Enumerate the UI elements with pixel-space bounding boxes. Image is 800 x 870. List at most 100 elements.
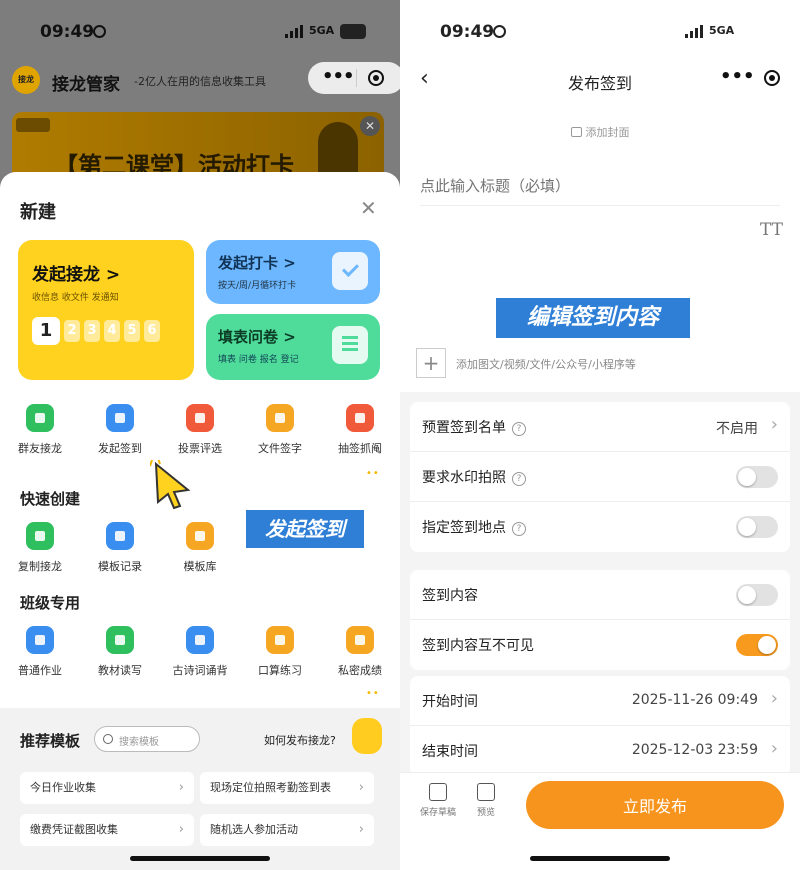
- app-name: 接龙管家: [52, 75, 120, 95]
- close-miniprogram-icon[interactable]: [368, 70, 384, 86]
- quick-template-record[interactable]: 模板记录: [80, 522, 160, 574]
- recommended-templates: 推荐模板 搜索模板 如何发布接龙? 今日作业收集 › 现场定位拍照考勤签到表 › 缴…: [0, 708, 400, 870]
- card-subtitle: 按天/周/月循环打卡: [218, 281, 297, 291]
- row-label: 开始时间: [422, 694, 478, 710]
- settings-group: 预置签到名单? 不启用 › 要求水印拍照? 指定签到地点?: [410, 402, 790, 552]
- feature-group-solitaire[interactable]: 群友接龙: [0, 404, 80, 456]
- feature-label: 群友接龙: [18, 442, 62, 455]
- chevron-right-icon: ›: [770, 414, 778, 435]
- grid-icon: [186, 522, 214, 550]
- start-solitaire-card[interactable]: 发起接龙 > 收信息 收文件 发通知 1 2 3 4 5 6: [18, 240, 194, 380]
- quick-template-library[interactable]: 模板库: [160, 522, 240, 574]
- row-label: 签到内容: [422, 588, 478, 604]
- open-book-icon: [186, 626, 214, 654]
- more-icon[interactable]: •••: [322, 66, 355, 87]
- class-textbook[interactable]: 教材读写: [80, 626, 160, 678]
- template-item[interactable]: 随机选人参加活动 ›: [200, 814, 374, 846]
- row-value: 不启用: [716, 421, 758, 437]
- publish-button[interactable]: 立即发布: [526, 781, 784, 829]
- help-icon[interactable]: ?: [512, 472, 526, 486]
- feature-file-sign[interactable]: 文件签字: [240, 404, 320, 456]
- start-checkin-card[interactable]: 发起打卡 > 按天/周/月循环打卡: [206, 240, 380, 304]
- step-number: 4: [104, 320, 120, 342]
- class-homework[interactable]: 普通作业: [0, 626, 80, 678]
- title-input[interactable]: [420, 166, 780, 206]
- save-draft-button[interactable]: 保存草稿: [418, 783, 458, 818]
- step-number: 2: [64, 320, 80, 342]
- status-bar: 09:49 5GA 100: [0, 0, 400, 60]
- banner-close-icon[interactable]: ✕: [360, 116, 380, 136]
- end-time-row[interactable]: 结束时间 2025-12-03 23:59 ›: [410, 726, 790, 776]
- signal-icon: [285, 25, 303, 38]
- bar-chart-icon: [186, 404, 214, 432]
- content-private-toggle[interactable]: [736, 634, 778, 656]
- class-private-grades[interactable]: 私密成绩: [320, 626, 400, 678]
- feature-label: 模板记录: [98, 560, 142, 573]
- template-label: 今日作业收集: [30, 781, 96, 794]
- template-item[interactable]: 今日作业收集 ›: [20, 772, 194, 804]
- search-placeholder: 搜索模板: [119, 737, 159, 748]
- chevron-right-icon: ›: [770, 688, 778, 709]
- annotation-edit-content: 编辑签到内容: [496, 298, 690, 338]
- row-value: 2025-11-26 09:49: [631, 692, 758, 708]
- location-toggle[interactable]: [736, 516, 778, 538]
- copy-icon: [26, 522, 54, 550]
- quick-copy-solitaire[interactable]: 复制接龙: [0, 522, 80, 574]
- card-subtitle: 收信息 收文件 发通知: [32, 293, 119, 303]
- feature-label: 文件签字: [258, 442, 302, 455]
- text-format-icon[interactable]: TT: [760, 220, 783, 240]
- banner-tag: [16, 118, 50, 132]
- feature-label: 普通作业: [18, 664, 62, 677]
- face-icon: [93, 25, 106, 38]
- pencil-icon: [26, 626, 54, 654]
- signin-content-toggle[interactable]: [736, 584, 778, 606]
- chevron-right-icon: ›: [358, 822, 364, 837]
- help-link[interactable]: 如何发布接龙?: [264, 732, 336, 748]
- survey-card[interactable]: 填表问卷 > 填表 问卷 报名 登记: [206, 314, 380, 380]
- row-label: 指定签到地点?: [422, 517, 526, 537]
- template-label: 缴费凭证截图收集: [30, 823, 118, 836]
- feature-vote[interactable]: 投票评选: [160, 404, 240, 456]
- row-label: 签到内容互不可见: [422, 638, 534, 654]
- more-icon[interactable]: •••: [720, 66, 755, 87]
- chat-icon: [26, 404, 54, 432]
- step-number: 3: [84, 320, 100, 342]
- class-arithmetic[interactable]: 口算练习: [240, 626, 320, 678]
- row-label: 预置签到名单?: [422, 417, 526, 437]
- capsule-divider: [356, 69, 357, 87]
- help-icon[interactable]: ?: [512, 422, 526, 436]
- row-label: 结束时间: [422, 744, 478, 760]
- template-item[interactable]: 现场定位拍照考勤签到表 ›: [200, 772, 374, 804]
- preview-button[interactable]: 预览: [466, 783, 506, 818]
- nav-bar: ‹ 发布签到 •••: [400, 60, 800, 102]
- template-search-input[interactable]: 搜索模板: [94, 726, 200, 752]
- sheet-title: 新建: [20, 202, 56, 223]
- chevron-right-icon: ›: [770, 738, 778, 759]
- template-item[interactable]: 缴费凭证截图收集 ›: [20, 814, 194, 846]
- chevron-right-icon: ›: [178, 780, 184, 795]
- close-miniprogram-icon[interactable]: [764, 70, 780, 86]
- add-attachment-button[interactable]: +: [416, 348, 446, 378]
- class-poetry[interactable]: 古诗词诵背: [160, 626, 240, 678]
- feature-start-signin[interactable]: 发起签到: [80, 404, 160, 456]
- content-group: 签到内容 签到内容互不可见: [410, 570, 790, 670]
- row-value: 2025-12-03 23:59: [631, 742, 758, 758]
- left-screen: 09:49 5GA 100 接龙 接龙管家 -2亿人在用的信息收集工具 ••• …: [0, 0, 400, 870]
- time-group: 开始时间 2025-11-26 09:49 › 结束时间 2025-12-03 …: [410, 676, 790, 776]
- image-icon: [570, 127, 582, 137]
- start-time-row[interactable]: 开始时间 2025-11-26 09:49 ›: [410, 676, 790, 726]
- preset-list-row[interactable]: 预置签到名单? 不启用 ›: [410, 402, 790, 452]
- calendar-check-icon: [332, 252, 368, 290]
- feature-label: 口算练习: [258, 664, 302, 677]
- save-icon: [429, 783, 447, 801]
- help-icon[interactable]: ?: [512, 522, 526, 536]
- watermark-toggle[interactable]: [736, 466, 778, 488]
- battery-icon: 100: [740, 24, 766, 39]
- card-title: 填表问卷 >: [218, 328, 296, 346]
- feature-label: 私密成绩: [338, 664, 382, 677]
- app-tagline: -2亿人在用的信息收集工具: [134, 75, 266, 88]
- sheet-close-icon[interactable]: ✕: [360, 196, 377, 220]
- step-number: 6: [144, 320, 160, 342]
- feature-lottery[interactable]: 抽签抓阄: [320, 404, 400, 456]
- add-cover-button[interactable]: 添加封面: [400, 124, 800, 140]
